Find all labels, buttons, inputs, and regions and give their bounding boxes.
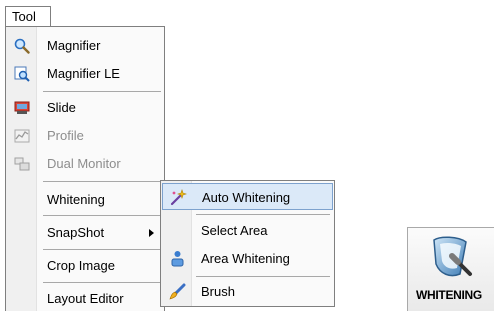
submenu-item-label: Area Whitening	[201, 251, 290, 266]
menu-item-layout-editor[interactable]: Layout Editor	[6, 286, 164, 311]
menu-tool[interactable]: Tool	[5, 6, 51, 27]
slide-icon	[14, 100, 30, 116]
menu-item-label: Magnifier LE	[47, 66, 120, 81]
submenu-item-label: Select Area	[201, 223, 268, 238]
whitening-button-label: WHITENING	[416, 288, 482, 302]
submenu-item-select-area[interactable]: Select Area	[162, 217, 333, 244]
auto-whitening-icon	[170, 189, 187, 206]
menu-separator	[43, 91, 161, 92]
area-whitening-icon	[169, 250, 186, 267]
brush-icon	[169, 283, 186, 300]
submenu-item-auto-whitening[interactable]: Auto Whitening	[162, 183, 333, 210]
menu-item-dual-monitor[interactable]: Dual Monitor	[6, 151, 164, 177]
menu-item-crop-image[interactable]: Crop Image	[6, 253, 164, 279]
menu-item-magnifier-le[interactable]: Magnifier LE	[6, 61, 164, 87]
whitening-toolbar-button[interactable]: WHITENING	[407, 227, 494, 311]
menu-separator	[43, 181, 161, 182]
menu-tool-label: Tool	[12, 9, 36, 24]
profile-icon	[14, 128, 30, 144]
menu-separator	[43, 282, 161, 283]
submenu-item-label: Brush	[201, 284, 235, 299]
submenu-item-brush[interactable]: Brush	[162, 278, 333, 305]
menu-item-label: Whitening	[47, 192, 105, 207]
whitening-tool-icon	[430, 234, 476, 280]
dual-monitor-icon	[14, 156, 30, 172]
menu-item-label: Layout Editor	[47, 291, 124, 306]
menu-item-label: Profile	[47, 128, 84, 143]
tool-dropdown-menu: Magnifier Magnifier LE Slide Profile Dua…	[5, 26, 165, 311]
menu-item-label: Magnifier	[47, 38, 101, 53]
whitening-submenu: Auto Whitening Select Area Area Whitenin…	[160, 180, 335, 307]
menu-item-magnifier[interactable]: Magnifier	[6, 33, 164, 59]
menu-item-label: Slide	[47, 100, 76, 115]
menu-item-profile[interactable]: Profile	[6, 123, 164, 149]
magnifier-le-icon	[14, 66, 30, 82]
menu-separator	[43, 215, 161, 216]
submenu-separator	[196, 214, 330, 215]
screen: Tool Magnifier Magnifier LE Slide Profil…	[0, 0, 494, 311]
magnifier-icon	[14, 38, 30, 54]
menu-separator	[43, 249, 161, 250]
menu-item-label: SnapShot	[47, 225, 105, 240]
submenu-separator	[196, 276, 330, 277]
menu-item-whitening[interactable]: Whitening	[6, 187, 164, 213]
submenu-item-area-whitening[interactable]: Area Whitening	[162, 245, 333, 272]
menu-item-snapshot[interactable]: SnapShot	[6, 220, 164, 246]
menu-item-label: Crop Image	[47, 258, 115, 273]
menu-item-slide[interactable]: Slide	[6, 95, 164, 121]
submenu-item-label: Auto Whitening	[202, 190, 291, 205]
menu-item-label: Dual Monitor	[47, 156, 121, 171]
submenu-arrow-icon	[149, 229, 154, 237]
